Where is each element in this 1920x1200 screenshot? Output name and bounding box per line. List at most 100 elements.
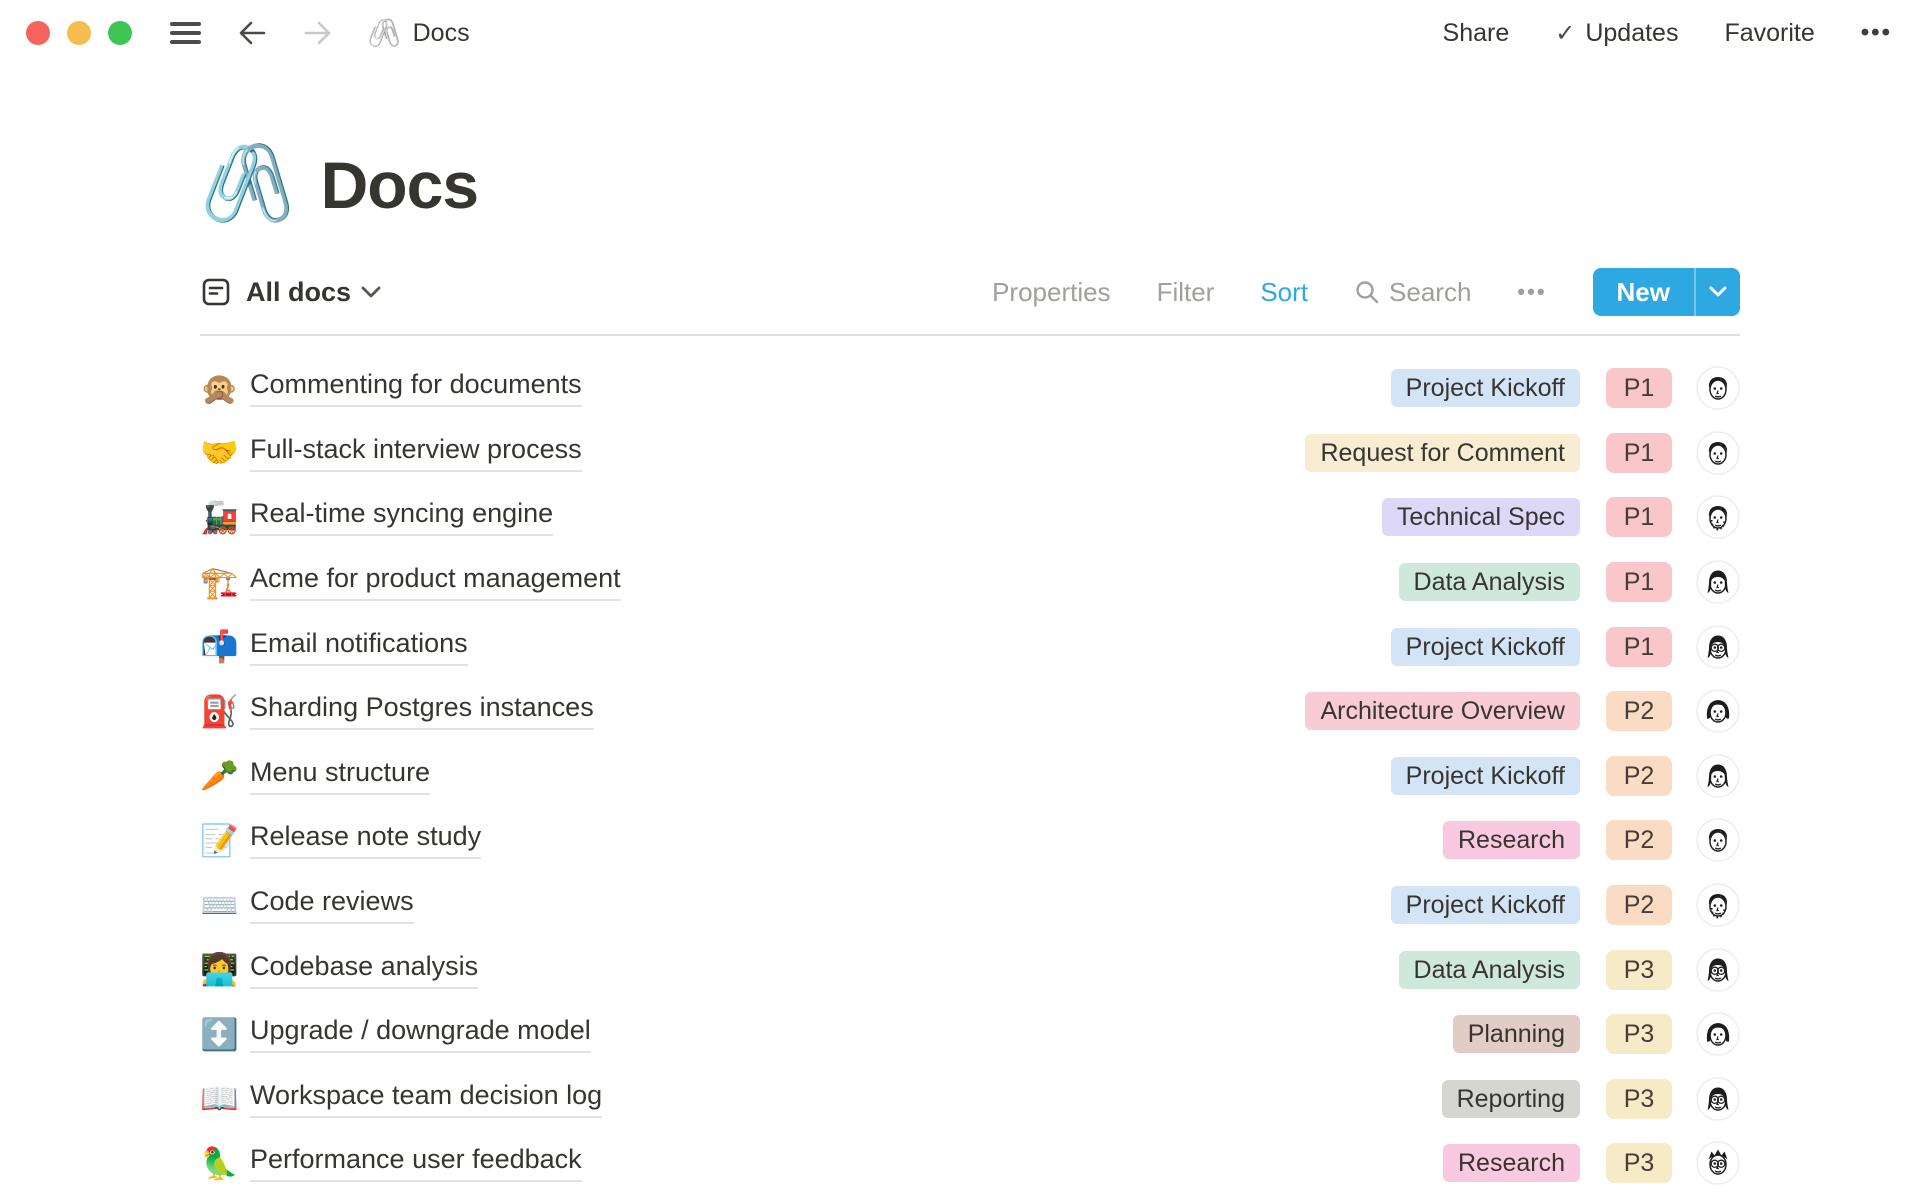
doc-row[interactable]: 🚂 Real-time syncing engine Technical Spe…	[200, 485, 1740, 550]
doc-row[interactable]: 🦜 Performance user feedback Research P3	[200, 1131, 1740, 1196]
doc-type-tag: Reporting	[1442, 1080, 1580, 1118]
doc-row[interactable]: 🙊 Commenting for documents Project Kicko…	[200, 356, 1740, 421]
new-doc-label: New	[1593, 268, 1694, 316]
doc-type-tag: Technical Spec	[1382, 498, 1580, 536]
doc-type-tag: Project Kickoff	[1391, 628, 1580, 666]
doc-title-link[interactable]: Full-stack interview process	[250, 434, 582, 472]
filter-button[interactable]: Filter	[1157, 277, 1215, 308]
view-selector[interactable]: All docs	[200, 276, 381, 308]
assignee-avatar-man-beard	[1696, 883, 1740, 927]
window-doc-title: Docs	[413, 19, 470, 48]
priority-badge: P1	[1606, 497, 1672, 537]
doc-type-tag: Research	[1443, 821, 1580, 859]
doc-title-link[interactable]: Acme for product management	[250, 563, 621, 601]
doc-list-icon	[200, 276, 232, 308]
doc-type-tag: Project Kickoff	[1391, 757, 1580, 795]
woman-technologist-icon: 👩‍💻	[200, 954, 250, 985]
window-titlebar: 🖇️ Docs Share ✓ Updates Favorite •••	[0, 0, 1920, 66]
building-construction-icon: 🏗️	[200, 567, 250, 598]
assignee-avatar-woman-glasses	[1696, 625, 1740, 669]
doc-type-tag: Data Analysis	[1399, 951, 1580, 989]
doc-title-link[interactable]: Code reviews	[250, 886, 414, 924]
assignee-avatar-woman-long-hair	[1696, 754, 1740, 798]
doc-row[interactable]: 📬 Email notifications Project Kickoff P1	[200, 614, 1740, 679]
close-window-button[interactable]	[26, 21, 50, 45]
memo-icon: 📝	[200, 825, 250, 856]
doc-title-link[interactable]: Sharding Postgres instances	[250, 692, 594, 730]
open-mailbox-raised-flag-icon: 📬	[200, 631, 250, 662]
priority-badge: P1	[1606, 433, 1672, 473]
priority-badge: P3	[1606, 1143, 1672, 1183]
doc-type-tag: Project Kickoff	[1391, 369, 1580, 407]
check-icon: ✓	[1555, 19, 1575, 48]
priority-badge: P3	[1606, 1079, 1672, 1119]
doc-title-link[interactable]: Workspace team decision log	[250, 1080, 602, 1118]
chevron-down-icon	[361, 286, 381, 299]
handshake-icon: 🤝	[200, 437, 250, 468]
favorite-button[interactable]: Favorite	[1724, 19, 1814, 48]
back-button[interactable]	[237, 20, 267, 46]
doc-title-link[interactable]: Release note study	[250, 821, 481, 859]
doc-title-link[interactable]: Commenting for documents	[250, 369, 582, 407]
priority-badge: P2	[1606, 885, 1672, 925]
priority-badge: P2	[1606, 756, 1672, 796]
doc-row[interactable]: 🥕 Menu structure Project Kickoff P2	[200, 744, 1740, 809]
view-selector-label: All docs	[246, 277, 351, 308]
zoom-window-button[interactable]	[108, 21, 132, 45]
doc-type-tag: Project Kickoff	[1391, 886, 1580, 924]
parrot-icon: 🦜	[200, 1148, 250, 1179]
doc-row[interactable]: ⌨️ Code reviews Project Kickoff P2	[200, 873, 1740, 938]
sort-button[interactable]: Sort	[1260, 277, 1308, 308]
assignee-avatar-woman-bob	[1696, 689, 1740, 733]
doc-type-tag: Architecture Overview	[1305, 692, 1580, 730]
toolbar-more-icon[interactable]: •••	[1517, 279, 1546, 305]
doc-title-link[interactable]: Email notifications	[250, 628, 468, 666]
doc-row[interactable]: 🏗️ Acme for product management Data Anal…	[200, 550, 1740, 615]
up-down-arrow-icon: ↕️	[200, 1019, 250, 1050]
priority-badge: P1	[1606, 368, 1672, 408]
priority-badge: P2	[1606, 691, 1672, 731]
open-book-icon: 📖	[200, 1083, 250, 1114]
doc-row[interactable]: ↕️ Upgrade / downgrade model Planning P3	[200, 1002, 1740, 1067]
doc-row[interactable]: 👩‍💻 Codebase analysis Data Analysis P3	[200, 937, 1740, 1002]
doc-type-tag: Planning	[1453, 1015, 1580, 1053]
doc-row[interactable]: 🤝 Full-stack interview process Request f…	[200, 421, 1740, 486]
fuel-pump-icon: ⛽	[200, 696, 250, 727]
page-title: Docs	[321, 149, 478, 222]
doc-title-link[interactable]: Codebase analysis	[250, 951, 478, 989]
page-emoji-paperclips: 🖇️	[200, 146, 295, 222]
doc-title-link[interactable]: Performance user feedback	[250, 1144, 582, 1182]
doc-row[interactable]: 📝 Release note study Research P2	[200, 808, 1740, 873]
new-doc-dropdown[interactable]	[1694, 268, 1740, 316]
assignee-avatar-woman-glasses	[1696, 948, 1740, 992]
doc-row[interactable]: ⛽ Sharding Postgres instances Architectu…	[200, 679, 1740, 744]
forward-button[interactable]	[303, 20, 333, 46]
search-button[interactable]: Search	[1354, 277, 1471, 308]
priority-badge: P2	[1606, 820, 1672, 860]
assignee-avatar-woman-long-hair	[1696, 560, 1740, 604]
share-button[interactable]: Share	[1443, 19, 1510, 48]
new-doc-button[interactable]: New	[1593, 268, 1740, 316]
sidebar-toggle-icon[interactable]	[170, 22, 201, 44]
priority-badge: P3	[1606, 950, 1672, 990]
doc-row[interactable]: 📖 Workspace team decision log Reporting …	[200, 1067, 1740, 1132]
more-options-icon[interactable]: •••	[1861, 19, 1892, 47]
doc-title-link[interactable]: Menu structure	[250, 757, 430, 795]
search-label: Search	[1389, 277, 1471, 308]
minimize-window-button[interactable]	[67, 21, 91, 45]
doc-type-tag: Research	[1443, 1144, 1580, 1182]
chevron-down-icon	[1709, 286, 1727, 298]
assignee-avatar-man-wavy-hair	[1696, 818, 1740, 862]
assignee-avatar-woman-glasses	[1696, 1077, 1740, 1121]
properties-button[interactable]: Properties	[992, 277, 1111, 308]
assignee-avatar-man-wavy-hair	[1696, 366, 1740, 410]
assignee-avatar-man-wavy-hair	[1696, 431, 1740, 475]
doc-title-link[interactable]: Upgrade / downgrade model	[250, 1015, 591, 1053]
priority-badge: P1	[1606, 562, 1672, 602]
doc-title-link[interactable]: Real-time syncing engine	[250, 498, 553, 536]
updates-button[interactable]: ✓ Updates	[1555, 19, 1678, 48]
priority-badge: P1	[1606, 627, 1672, 667]
locomotive-icon: 🚂	[200, 502, 250, 533]
page-body: 🖇️ Docs All docs Properties Filter Sort	[200, 146, 1740, 1196]
speak-no-evil-monkey-icon: 🙊	[200, 373, 250, 404]
